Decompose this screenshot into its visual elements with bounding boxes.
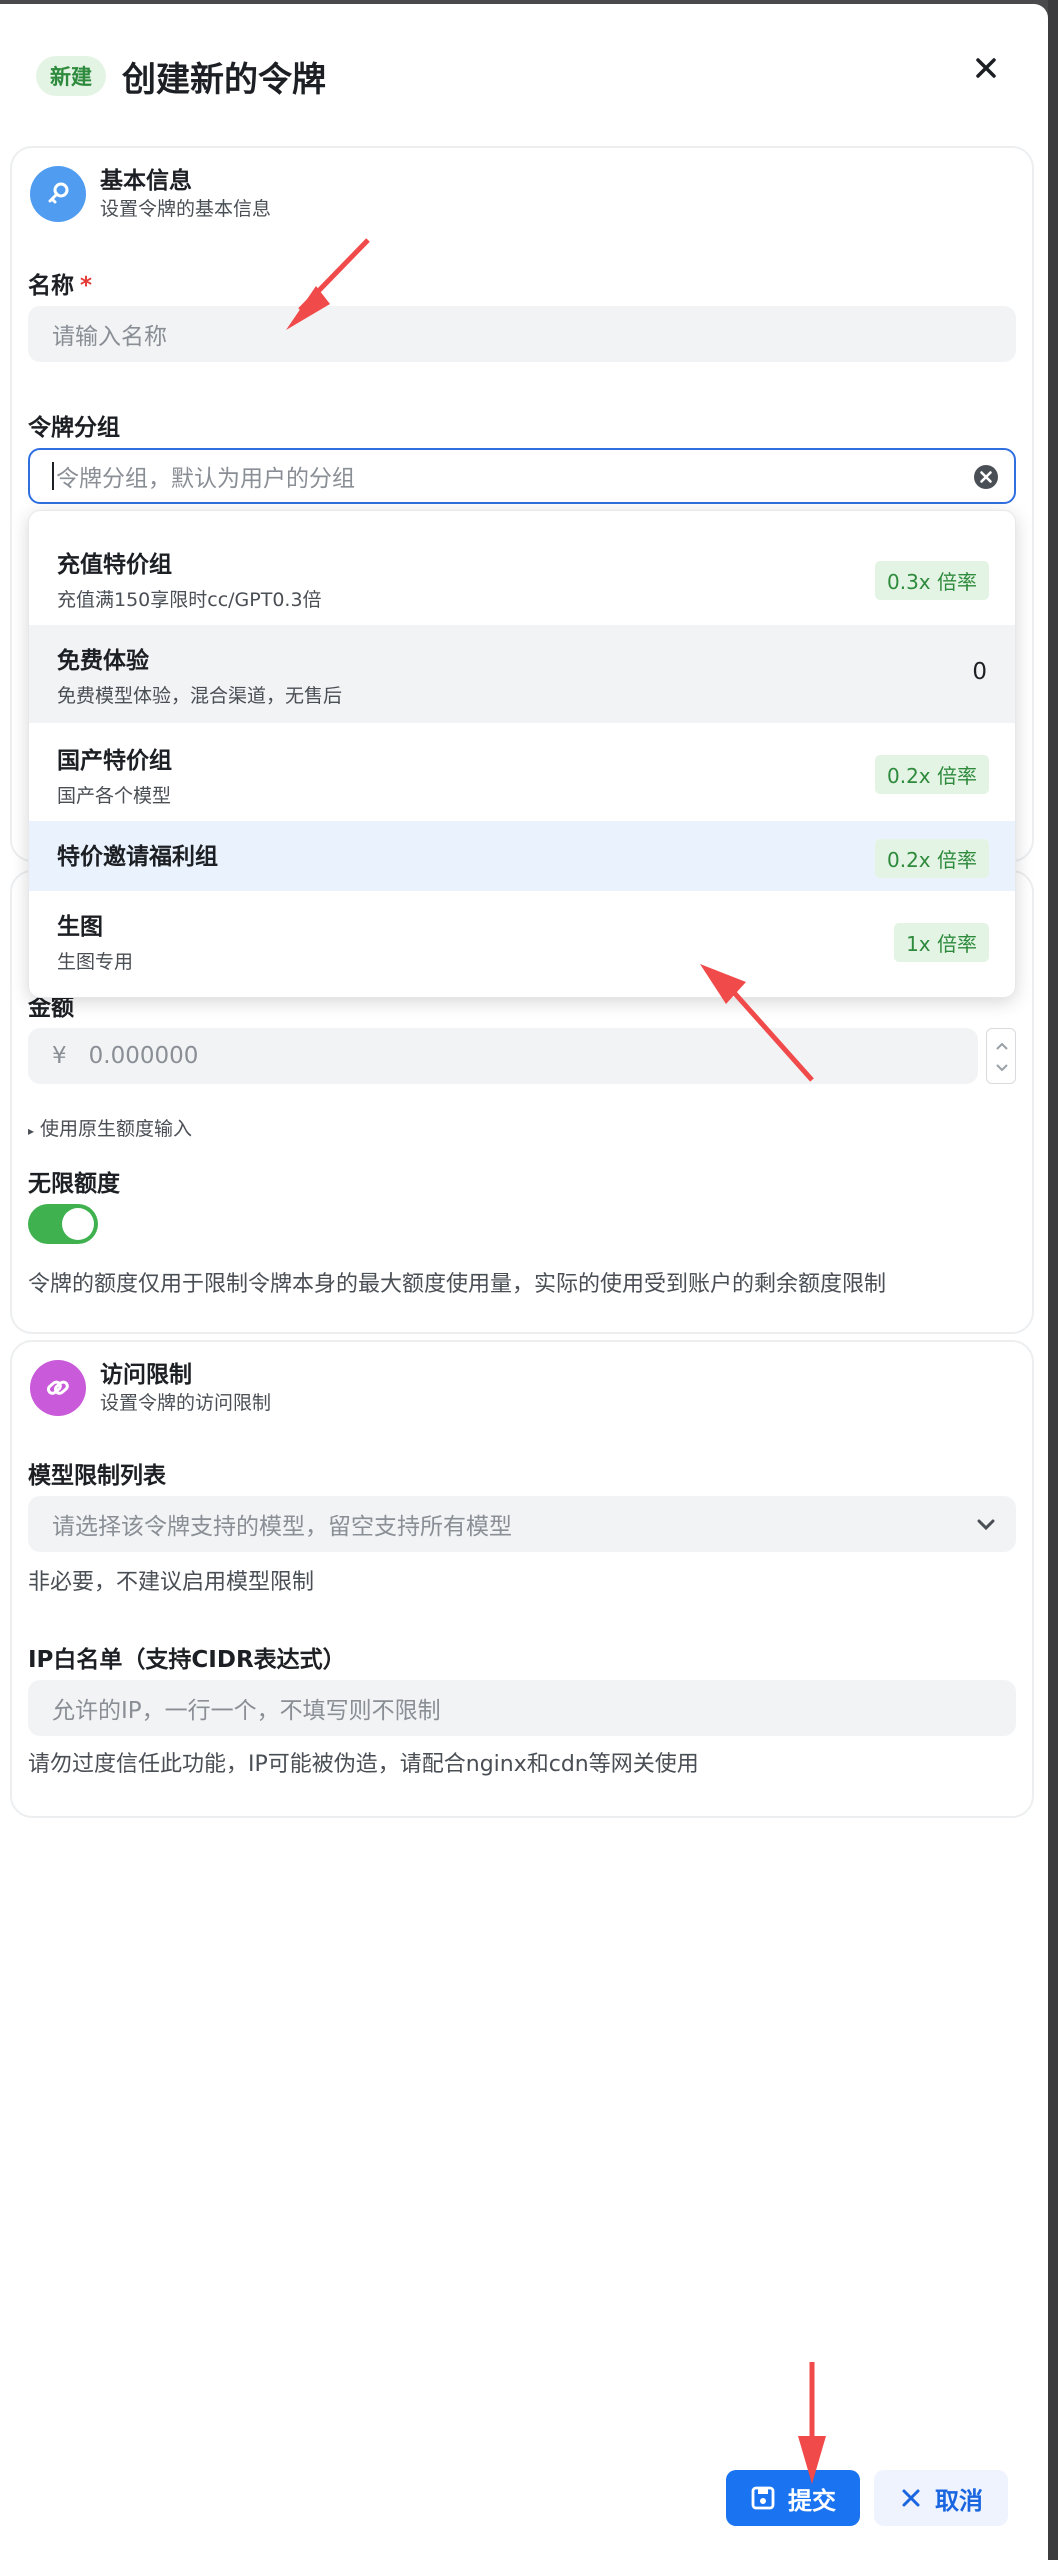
required-mark: * bbox=[80, 273, 93, 299]
group-option[interactable]: 充值特价组 充值满150享限时cc/GPT0.3倍 0.3x 倍率 bbox=[29, 511, 1015, 625]
group-option[interactable]: 免费体验 免费模型体验，混合渠道，无售后 0 bbox=[29, 625, 1015, 723]
ip-help: 请勿过度信任此功能，IP可能被伪造，请配合nginx和cdn等网关使用 bbox=[28, 1752, 699, 1777]
name-label: 名称 * bbox=[28, 266, 92, 300]
create-token-drawer: 新建 创建新的令牌 基本信息 设置令牌的基本信息 名称 * 请输入名称 令牌分组 … bbox=[0, 4, 1048, 2560]
group-dropdown: 充值特价组 充值满150享限时cc/GPT0.3倍 0.3x 倍率 免费体验 免… bbox=[28, 510, 1016, 998]
cancel-button[interactable]: 取消 bbox=[874, 2470, 1008, 2526]
raw-quota-toggle[interactable]: ▸ 使用原生额度输入 bbox=[28, 1114, 192, 1141]
group-placeholder: 令牌分组，默认为用户的分组 bbox=[56, 466, 355, 492]
option-name: 免费体验 bbox=[57, 648, 149, 674]
basic-info-subtitle: 设置令牌的基本信息 bbox=[100, 198, 272, 220]
access-header: 访问限制 设置令牌的访问限制 bbox=[30, 1360, 271, 1416]
caret-right-icon: ▸ bbox=[28, 1124, 35, 1138]
drawer-title: 创建新的令牌 bbox=[122, 59, 326, 100]
chevron-down-icon bbox=[974, 1512, 998, 1542]
option-name: 特价邀请福利组 bbox=[57, 844, 218, 870]
option-name: 生图 bbox=[57, 914, 103, 940]
option-desc: 生图专用 bbox=[57, 951, 134, 973]
group-label: 令牌分组 bbox=[28, 415, 120, 441]
access-title: 访问限制 bbox=[100, 1362, 192, 1388]
ratio-badge: 1x 倍率 bbox=[894, 923, 989, 962]
drawer-header: 新建 创建新的令牌 bbox=[36, 54, 326, 100]
ip-label: IP白名单（支持CIDR表达式） bbox=[28, 1647, 346, 1673]
option-desc: 国产各个模型 bbox=[57, 785, 172, 807]
models-help: 非必要，不建议启用模型限制 bbox=[28, 1570, 315, 1595]
currency-prefix: ¥ bbox=[52, 1043, 67, 1069]
access-subtitle: 设置令牌的访问限制 bbox=[100, 1392, 272, 1414]
name-input[interactable]: 请输入名称 bbox=[28, 306, 1016, 362]
ratio-badge: 0.3x 倍率 bbox=[875, 561, 989, 600]
ip-whitelist-input[interactable]: 允许的IP，一行一个，不填写则不限制 bbox=[28, 1680, 1016, 1736]
save-icon bbox=[751, 2486, 775, 2510]
key-icon bbox=[30, 166, 86, 222]
name-label-text: 名称 bbox=[28, 273, 74, 299]
group-option[interactable]: 生图 生图专用 1x 倍率 bbox=[29, 891, 1015, 997]
ip-placeholder: 允许的IP，一行一个，不填写则不限制 bbox=[52, 1698, 441, 1724]
close-icon[interactable] bbox=[966, 48, 1006, 88]
cancel-label: 取消 bbox=[935, 2486, 983, 2515]
models-select[interactable]: 请选择该令牌支持的模型，留空支持所有模型 bbox=[28, 1496, 1016, 1552]
basic-info-title: 基本信息 bbox=[100, 168, 192, 194]
switch-knob bbox=[62, 1208, 94, 1240]
text-caret bbox=[52, 462, 54, 490]
amount-stepper[interactable] bbox=[986, 1028, 1016, 1084]
backdrop bbox=[1048, 0, 1058, 2560]
name-placeholder: 请输入名称 bbox=[52, 324, 167, 350]
group-option-highlighted[interactable]: 特价邀请福利组 0.2x 倍率 bbox=[29, 821, 1015, 891]
unlimited-switch[interactable] bbox=[28, 1204, 98, 1244]
ratio-value: 0 bbox=[972, 659, 987, 685]
option-name: 充值特价组 bbox=[57, 552, 172, 578]
amount-value: 0.000000 bbox=[88, 1043, 199, 1069]
clear-icon[interactable] bbox=[972, 463, 1000, 497]
link-icon bbox=[30, 1360, 86, 1416]
group-select-input[interactable]: 令牌分组，默认为用户的分组 bbox=[28, 448, 1016, 504]
basic-info-header: 基本信息 设置令牌的基本信息 bbox=[30, 166, 271, 222]
close-icon bbox=[902, 2489, 920, 2507]
option-desc: 充值满150享限时cc/GPT0.3倍 bbox=[57, 589, 322, 611]
option-name: 国产特价组 bbox=[57, 748, 172, 774]
unlimited-label: 无限额度 bbox=[28, 1171, 120, 1197]
models-label: 模型限制列表 bbox=[28, 1463, 166, 1489]
submit-label: 提交 bbox=[788, 2486, 836, 2515]
models-placeholder: 请选择该令牌支持的模型，留空支持所有模型 bbox=[52, 1514, 512, 1540]
amount-input[interactable]: ¥ 0.000000 bbox=[28, 1028, 978, 1084]
group-option[interactable]: 国产特价组 国产各个模型 0.2x 倍率 bbox=[29, 723, 1015, 821]
submit-button[interactable]: 提交 bbox=[726, 2470, 860, 2526]
new-badge: 新建 bbox=[36, 56, 106, 96]
quota-help: 令牌的额度仅用于限制令牌本身的最大额度使用量，实际的使用受到账户的剩余额度限制 bbox=[28, 1272, 887, 1297]
option-desc: 免费模型体验，混合渠道，无售后 bbox=[57, 685, 343, 707]
ratio-badge: 0.2x 倍率 bbox=[875, 839, 989, 878]
raw-quota-link: 使用原生额度输入 bbox=[40, 1118, 193, 1140]
ratio-badge: 0.2x 倍率 bbox=[875, 755, 989, 794]
